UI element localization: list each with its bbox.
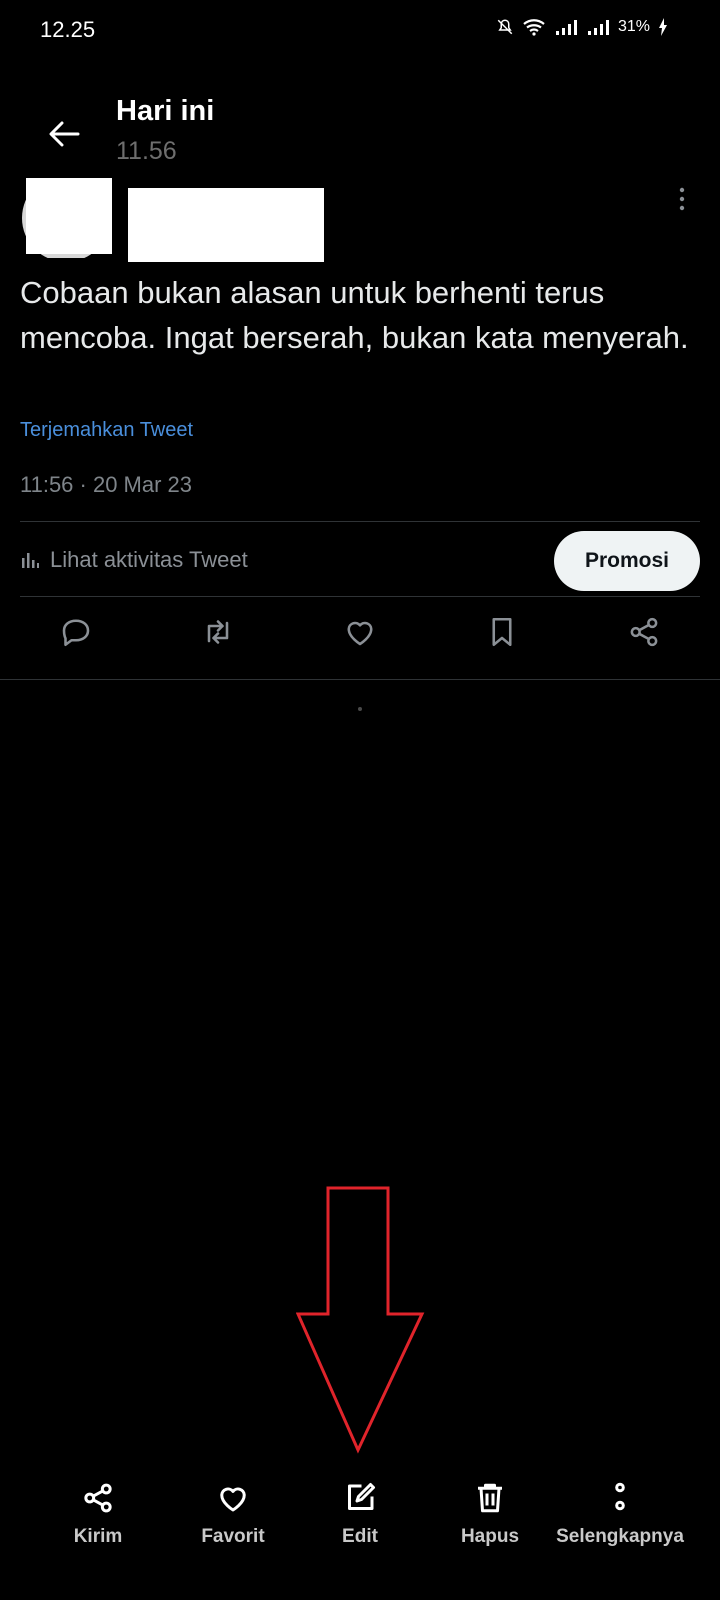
more-label: Selengkapnya — [556, 1526, 684, 1547]
annotation-arrow — [296, 1186, 425, 1454]
signal-1-icon — [555, 20, 577, 35]
avatar[interactable] — [20, 178, 112, 258]
battery-level: 31% — [617, 18, 650, 35]
tweet-timestamp: 11:56 · 20 Mar 23 — [20, 472, 193, 497]
wifi-icon — [523, 19, 545, 36]
signal-2-icon — [587, 20, 609, 35]
trash-icon — [478, 1483, 502, 1513]
tweet-text: Cobaan bukan alasan untuk berhenti terus… — [20, 275, 689, 355]
tweet-activity-link[interactable]: Lihat aktivitas Tweet — [20, 547, 248, 573]
more-dots-icon — [615, 1482, 625, 1511]
analytics-icon — [22, 553, 39, 568]
divider — [0, 679, 720, 680]
divider — [20, 521, 700, 522]
share-icon[interactable] — [626, 614, 662, 650]
favorite-label: Favorit — [201, 1526, 265, 1547]
favorite-button[interactable]: Favorit — [183, 1480, 283, 1548]
status-icons: 31% — [496, 18, 668, 36]
scroll-indicator — [358, 707, 362, 711]
tweet-activity-label: Lihat aktivitas Tweet — [50, 547, 248, 572]
retweet-icon[interactable] — [200, 614, 236, 650]
like-icon[interactable] — [342, 614, 378, 650]
page-subtitle: 11.56 — [116, 137, 177, 165]
tweet-actions — [20, 614, 700, 662]
status-time: 12.25 — [40, 17, 96, 42]
heart-icon — [220, 1487, 246, 1512]
more-button[interactable]: Selengkapnya — [554, 1480, 686, 1548]
edit-button[interactable]: Edit — [320, 1480, 400, 1548]
send-label: Kirim — [73, 1526, 123, 1547]
edit-label: Edit — [342, 1526, 378, 1547]
author-name-redacted[interactable] — [128, 188, 324, 262]
bookmark-icon[interactable] — [484, 614, 520, 650]
edit-icon — [348, 1483, 375, 1510]
promote-button[interactable]: Promosi — [554, 531, 700, 591]
bottom-toolbar: Kirim Favorit Edit Hapus Selengkapnya — [0, 1480, 720, 1570]
delete-label: Hapus — [460, 1526, 520, 1547]
back-arrow-icon[interactable] — [40, 110, 88, 158]
mute-bell-icon — [497, 19, 513, 35]
reply-icon[interactable] — [58, 614, 94, 650]
charging-icon — [659, 18, 667, 36]
delete-button[interactable]: Hapus — [448, 1480, 532, 1548]
divider — [20, 596, 700, 597]
translate-tweet-link[interactable]: Terjemahkan Tweet — [20, 419, 193, 442]
share-icon — [84, 1483, 112, 1513]
page-title: Hari ini — [116, 95, 215, 127]
more-options-icon[interactable] — [676, 186, 688, 212]
send-button[interactable]: Kirim — [55, 1480, 141, 1548]
